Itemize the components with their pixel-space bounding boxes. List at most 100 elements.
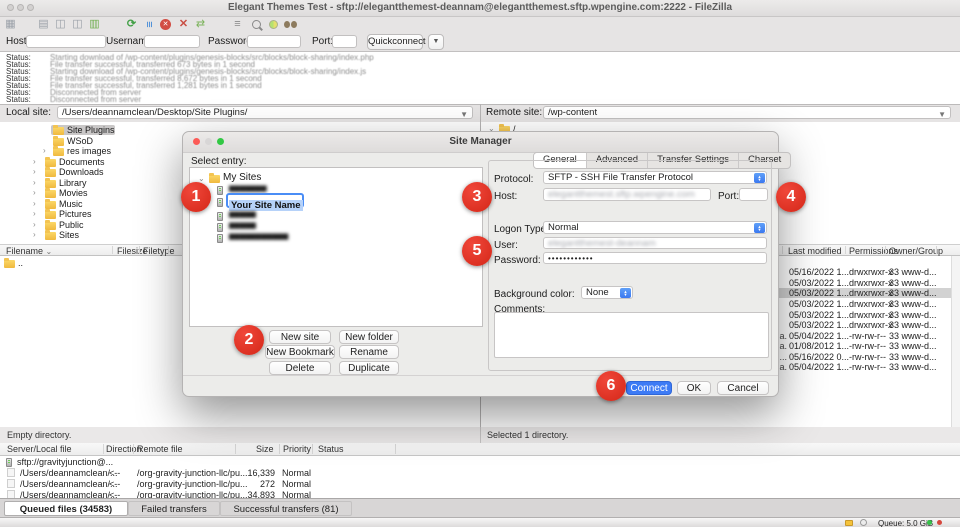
port-input[interactable] (332, 35, 357, 48)
column-divider[interactable] (112, 246, 113, 254)
password-label: Password: (494, 255, 541, 266)
column-divider[interactable] (235, 444, 236, 454)
size-column-header[interactable]: Size (256, 444, 274, 454)
directory-comparison-icon[interactable] (249, 17, 264, 32)
tree-item-label: Sites (59, 230, 79, 240)
background-color-value: None (586, 287, 609, 298)
host-input[interactable] (26, 35, 106, 48)
message-log-toggle-icon[interactable]: ▤ (36, 17, 51, 32)
column-divider[interactable] (312, 444, 313, 454)
connect-button[interactable]: Connect (626, 381, 672, 395)
tab-failed-transfers[interactable]: Failed transfers (128, 501, 220, 516)
queue-body: sftp://gravityjunction@... /Users/deanna… (0, 456, 960, 498)
filename-column-header[interactable]: Filename ⌄ (6, 246, 52, 256)
password-field[interactable]: •••••••••••• (543, 252, 767, 264)
last-modified-column-header[interactable]: Last modified (788, 246, 842, 256)
scrollbar[interactable] (951, 256, 960, 427)
column-divider[interactable] (168, 246, 169, 254)
server-local-file-column-header[interactable]: Server/Local file (7, 444, 72, 454)
remote-site-label: Remote site: (486, 107, 542, 118)
quickconnect-button[interactable]: Quickconnect (367, 34, 423, 50)
host-value-blurred: elegantthemest.sftp.wpengine.com (548, 189, 695, 200)
chevron-right-icon[interactable]: › (33, 157, 36, 166)
chevron-down-icon[interactable]: ▼ (938, 109, 946, 120)
chevron-right-icon[interactable]: › (33, 199, 36, 208)
local-site-path-field[interactable]: /Users/deannamclean/Desktop/Site Plugins… (57, 106, 473, 119)
folder-icon (45, 201, 56, 209)
column-divider[interactable] (936, 246, 937, 254)
rename-button[interactable]: Rename (339, 345, 399, 359)
new-bookmark-button[interactable]: New Bookmark (265, 345, 335, 359)
window-titlebar: Elegant Themes Test - sftp://elegantthem… (0, 0, 960, 17)
port-field[interactable] (739, 188, 768, 201)
remote-site-path-field[interactable]: /wp-content ▼ (543, 106, 951, 119)
site-entry-blurred[interactable]: ▆▆▆▆▆▆▆ (229, 184, 267, 192)
filter-icon[interactable]: ≡ (230, 17, 245, 32)
column-divider[interactable] (395, 444, 396, 454)
synchronized-browsing-icon[interactable] (266, 17, 281, 32)
find-files-icon[interactable] (283, 17, 298, 32)
reconnect-icon[interactable]: ⇄ (193, 17, 208, 32)
password-input[interactable] (247, 35, 301, 48)
chevron-right-icon[interactable]: › (33, 188, 36, 197)
duplicate-button[interactable]: Duplicate (339, 361, 399, 375)
remote-file-column-header[interactable]: Remote file (137, 444, 183, 454)
disconnect-icon[interactable]: ✕ (176, 17, 191, 32)
new-site-button[interactable]: New site (269, 330, 331, 344)
column-divider[interactable] (139, 246, 140, 254)
logon-type-select[interactable]: Normal ▲▼ (543, 221, 767, 234)
quickconnect-dropdown-button[interactable]: ▼ (428, 34, 444, 50)
column-divider[interactable] (885, 246, 886, 254)
annotation-5: 5 (462, 236, 492, 266)
chevron-right-icon[interactable]: › (43, 146, 46, 155)
username-input[interactable] (144, 35, 200, 48)
remote-tree-toggle-icon[interactable]: ◫ (70, 17, 85, 32)
site-entry-blurred[interactable]: ▆▆▆▆▆▆▆▆▆▆▆ (229, 232, 288, 240)
tab-successful-transfers[interactable]: Successful transfers (81) (220, 501, 352, 516)
cancel-button[interactable]: Cancel (717, 381, 769, 395)
site-name-edit-field[interactable]: Your Site Name (226, 193, 304, 208)
refresh-icon[interactable]: ⟳ (124, 17, 139, 32)
owner-group-column-header[interactable]: Owner/Group (889, 246, 943, 256)
folder-icon (53, 138, 64, 146)
new-folder-button[interactable]: New folder (339, 330, 399, 344)
column-divider[interactable] (279, 444, 280, 454)
priority-column-header[interactable]: Priority (283, 444, 311, 454)
column-divider[interactable] (133, 444, 134, 454)
local-site-path: /Users/deannamclean/Desktop/Site Plugins… (62, 107, 247, 118)
cancel-operation-icon[interactable]: ✕ (158, 17, 173, 32)
ok-button[interactable]: OK (677, 381, 711, 395)
queue-server-row[interactable]: sftp://gravityjunction@... (0, 457, 960, 468)
comments-textarea[interactable] (494, 312, 769, 358)
host-field[interactable]: elegantthemest.sftp.wpengine.com (543, 188, 711, 201)
queue-row[interactable]: /Users/deannamclean/...<--/org-gravity-j… (0, 479, 960, 490)
site-entry-blurred[interactable]: ▆▆▆▆▆ (229, 221, 256, 229)
chevron-right-icon[interactable]: › (33, 178, 36, 187)
chevron-right-icon[interactable]: › (33, 220, 36, 229)
queue-row[interactable]: /Users/deannamclean/...<--/org-gravity-j… (0, 468, 960, 479)
stop-glyph: ✕ (160, 19, 171, 30)
chevron-right-icon[interactable]: › (33, 167, 36, 176)
column-divider[interactable] (103, 444, 104, 454)
tree-item-label: Music (59, 199, 83, 209)
process-queue-icon[interactable]: ≡ (141, 17, 156, 32)
chevron-right-icon[interactable]: › (33, 230, 36, 239)
background-color-select[interactable]: None ▲▼ (581, 286, 633, 299)
user-field[interactable]: elegantthemest-deannam (543, 237, 767, 249)
queue-view-toggle-icon[interactable]: ▥ (87, 17, 102, 32)
protocol-select[interactable]: SFTP - SSH File Transfer Protocol ▲▼ (543, 171, 767, 184)
filetype-column-header[interactable]: Filetype (143, 246, 175, 256)
tab-queued-files[interactable]: Queued files (34583) (4, 501, 128, 516)
local-tree-toggle-icon[interactable]: ◫ (53, 17, 68, 32)
chevron-right-icon[interactable]: › (33, 209, 36, 218)
status-column-header[interactable]: Status (318, 444, 344, 454)
site-manager-icon[interactable]: ▦ (3, 17, 18, 32)
local-site-label: Local site: (6, 107, 51, 118)
background-color-label: Background color: (494, 289, 575, 300)
column-divider[interactable] (845, 246, 846, 254)
chevron-down-icon[interactable]: ▼ (460, 109, 468, 120)
site-entry-blurred[interactable]: ▆▆▆▆▆ (229, 210, 256, 218)
delete-button[interactable]: Delete (269, 361, 331, 375)
tree-root-label[interactable]: My Sites (223, 172, 261, 183)
column-divider[interactable] (782, 246, 783, 254)
